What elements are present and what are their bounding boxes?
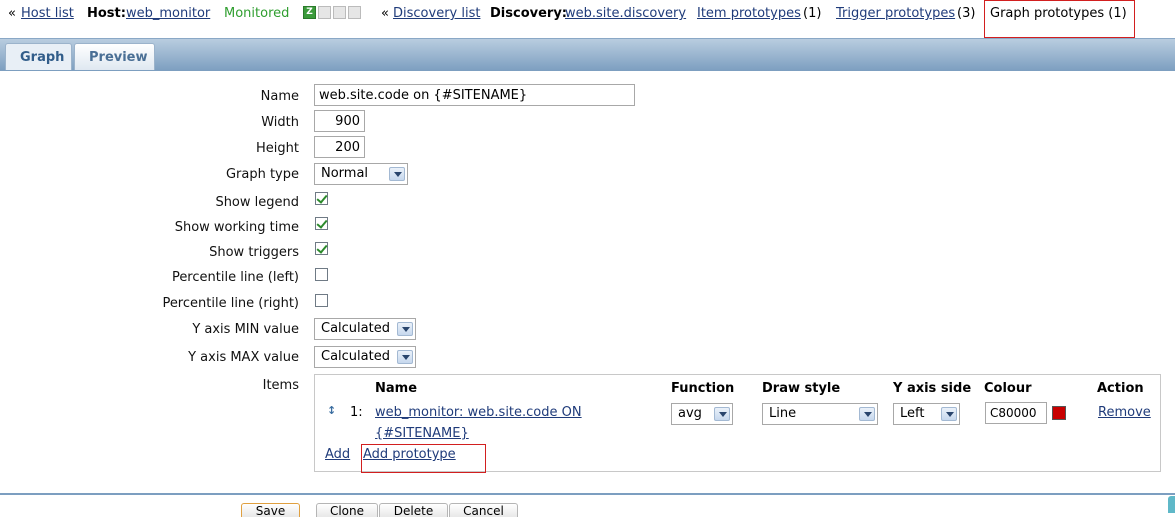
show-legend-label: Show legend: [215, 195, 299, 210]
percentile-right-checkbox[interactable]: [315, 294, 328, 307]
chevron-down-icon: [397, 322, 413, 336]
save-button[interactable]: Save: [241, 503, 300, 517]
column-header-y-axis-side: Y axis side: [893, 381, 972, 396]
percentile-left-checkbox[interactable]: [315, 268, 328, 281]
highlight-box-add-prototype: [361, 444, 486, 473]
delete-button[interactable]: Delete: [379, 503, 448, 517]
width-label: Width: [261, 115, 299, 130]
show-triggers-label: Show triggers: [209, 245, 299, 260]
chevron-down-icon: [397, 350, 413, 364]
y-axis-side-value: Left: [900, 406, 925, 421]
discovery-list-prefix: «: [381, 6, 389, 21]
zabbix-agent-icon: Z: [303, 6, 316, 19]
percentile-right-label: Percentile line (right): [162, 296, 299, 311]
percentile-left-label: Percentile line (left): [171, 270, 299, 285]
cancel-button[interactable]: Cancel: [449, 503, 518, 517]
host-list-link[interactable]: Host list: [21, 6, 74, 21]
tab-preview[interactable]: Preview: [74, 43, 155, 70]
host-status: Monitored: [224, 6, 290, 21]
discovery-label: Discovery:: [490, 6, 567, 21]
ymax-label: Y axis MAX value: [188, 350, 299, 365]
name-input[interactable]: [314, 84, 635, 106]
ymin-select[interactable]: Calculated: [314, 318, 416, 340]
item-prototypes-link[interactable]: Item prototypes: [697, 6, 801, 21]
tab-bar: Graph Preview: [0, 38, 1175, 71]
width-input[interactable]: [314, 110, 365, 132]
show-legend-checkbox[interactable]: [315, 192, 328, 205]
jmx-icon: [333, 6, 346, 19]
column-header-draw-style: Draw style: [762, 381, 841, 396]
ipmi-icon: [348, 6, 361, 19]
ymax-select[interactable]: Calculated: [314, 346, 416, 368]
item-name-link-cont[interactable]: {#SITENAME}: [375, 426, 469, 441]
item-prototypes-count: (1): [803, 6, 822, 21]
chevron-down-icon: [714, 407, 730, 421]
function-select[interactable]: avg: [671, 403, 733, 425]
availability-icons: Z: [303, 6, 363, 20]
items-label: Items: [262, 378, 299, 393]
tab-graph[interactable]: Graph: [5, 43, 72, 70]
clone-button[interactable]: Clone: [316, 503, 378, 517]
y-axis-side-select[interactable]: Left: [893, 403, 960, 425]
column-header-action: Action: [1097, 381, 1144, 396]
column-header-function: Function: [671, 381, 735, 396]
host-name-link[interactable]: web_monitor: [126, 6, 210, 21]
ymax-value: Calculated: [321, 349, 390, 364]
chevron-down-icon: [389, 167, 405, 181]
trigger-prototypes-count: (3): [957, 6, 976, 21]
show-working-time-label: Show working time: [174, 220, 299, 235]
host-list-prefix: «: [8, 6, 16, 21]
colour-swatch[interactable]: [1052, 406, 1066, 420]
draw-style-value: Line: [769, 406, 797, 421]
graph-type-label: Graph type: [225, 167, 299, 182]
ymin-value: Calculated: [321, 321, 390, 336]
chevron-down-icon: [859, 407, 875, 421]
show-working-time-checkbox[interactable]: [315, 217, 328, 230]
chevron-down-icon: [941, 407, 957, 421]
item-name-link[interactable]: web_monitor: web.site.code ON: [375, 405, 582, 420]
graph-type-value: Normal: [321, 166, 369, 181]
draw-style-select[interactable]: Line: [762, 403, 878, 425]
snmp-icon: [318, 6, 331, 19]
highlight-box-graph-prototypes: [984, 0, 1135, 38]
trigger-prototypes-link[interactable]: Trigger prototypes: [836, 6, 955, 21]
height-label: Height: [256, 141, 299, 156]
column-header-name: Name: [375, 381, 418, 396]
scrollbar-corner[interactable]: [1168, 496, 1175, 513]
drag-handle-icon[interactable]: ↕: [327, 404, 336, 417]
add-item-link[interactable]: Add: [325, 447, 350, 462]
name-label: Name: [260, 89, 299, 104]
item-index: 1:: [350, 405, 363, 420]
footer-separator: [0, 493, 1175, 495]
column-header-colour: Colour: [984, 381, 1032, 396]
height-input[interactable]: [314, 136, 365, 158]
discovery-rule-link[interactable]: web.site.discovery: [565, 6, 686, 21]
show-triggers-checkbox[interactable]: [315, 242, 328, 255]
remove-link[interactable]: Remove: [1098, 405, 1151, 420]
discovery-list-link[interactable]: Discovery list: [393, 6, 480, 21]
host-label: Host:: [87, 6, 126, 21]
ymin-label: Y axis MIN value: [192, 322, 299, 337]
function-value: avg: [678, 406, 702, 421]
graph-type-select[interactable]: Normal: [314, 163, 408, 185]
colour-input[interactable]: [985, 402, 1047, 424]
